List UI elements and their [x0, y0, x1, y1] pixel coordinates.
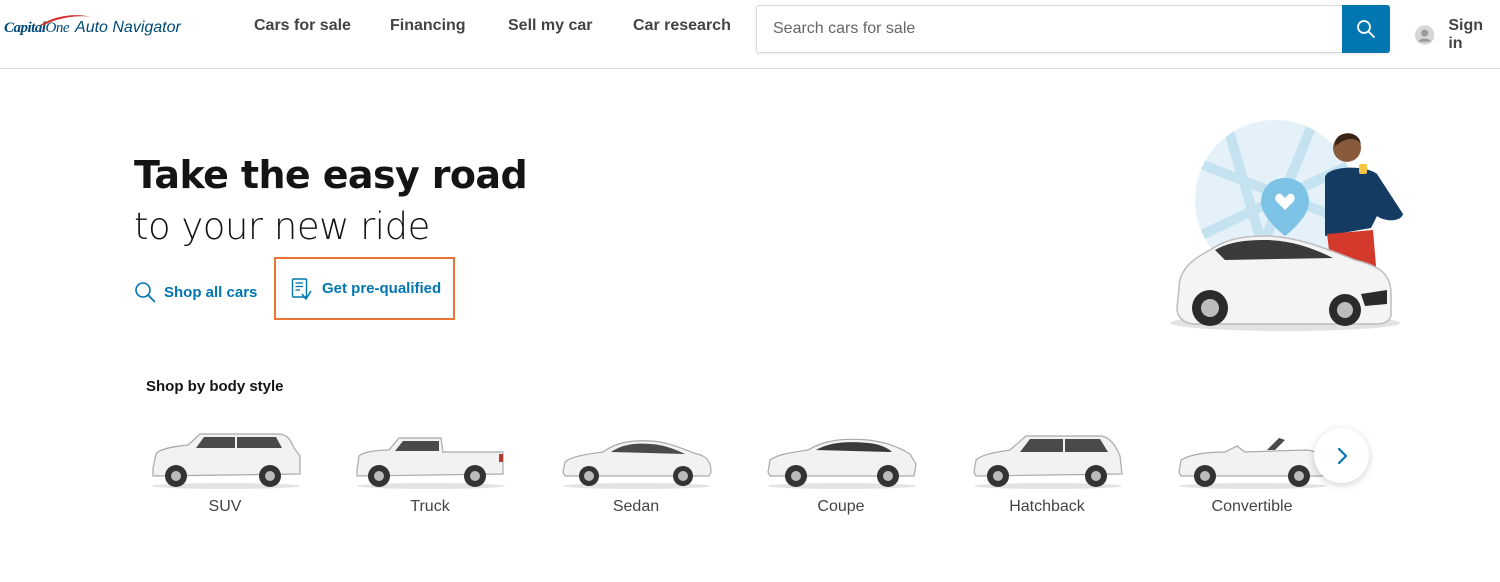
nav-financing[interactable]: Financing — [390, 17, 466, 35]
body-style-label: Hatchback — [1009, 498, 1085, 515]
coupe-icon — [766, 438, 917, 489]
body-style-label: Sedan — [612, 498, 660, 515]
truck-icon — [355, 437, 505, 489]
get-pre-qualified-label: Get pre-qualified — [322, 280, 442, 297]
body-style-convertible[interactable]: Convertible — [1172, 428, 1332, 523]
hero-illustration — [1170, 120, 1403, 331]
shop-all-cars-link[interactable]: Shop all cars — [134, 281, 257, 303]
convertible-icon — [1177, 438, 1328, 489]
sedan-icon — [561, 440, 712, 489]
search-button[interactable] — [1342, 5, 1390, 53]
search-input[interactable] — [757, 6, 1343, 52]
hero-title: Take the easy road — [134, 153, 528, 197]
chevron-right-icon — [1337, 447, 1347, 464]
body-style-hatchback[interactable]: Hatchback — [967, 428, 1127, 523]
search-icon — [135, 282, 156, 303]
shop-all-cars-label: Shop all cars — [164, 283, 258, 301]
sign-in-label: Sign in — [1448, 17, 1484, 52]
nav-car-research[interactable]: Car research — [633, 17, 731, 35]
shop-by-body-style-title: Shop by body style — [146, 378, 284, 395]
logo-swoosh-icon — [40, 14, 92, 25]
body-style-suv[interactable]: SUV — [145, 428, 305, 523]
hero-subtitle: to your new ride — [134, 205, 430, 248]
body-style-sedan[interactable]: Sedan — [556, 428, 716, 523]
body-style-truck[interactable]: Truck — [350, 428, 510, 523]
user-avatar-icon — [1415, 25, 1435, 45]
document-check-icon — [291, 277, 312, 300]
search-icon — [1357, 20, 1375, 38]
body-style-label: SUV — [208, 498, 242, 515]
hatchback-icon — [972, 435, 1123, 489]
site-header: CapitalOne Auto Navigator Cars for sale … — [0, 0, 1500, 69]
suv-icon — [151, 433, 301, 489]
logo-brand: CapitalOne — [4, 14, 92, 37]
sign-in-button[interactable]: Sign in — [1415, 17, 1500, 53]
capital-one-auto-navigator-logo[interactable]: CapitalOne Auto Navigator — [4, 8, 181, 48]
body-style-label: Convertible — [1211, 498, 1293, 515]
nav-cars-for-sale[interactable]: Cars for sale — [254, 17, 351, 35]
get-pre-qualified-link[interactable]: Get pre-qualified — [274, 257, 455, 320]
nav-sell-my-car[interactable]: Sell my car — [508, 17, 593, 35]
search-bar — [756, 5, 1390, 53]
body-style-coupe[interactable]: Coupe — [761, 428, 921, 523]
carousel-next-button[interactable] — [1314, 428, 1369, 483]
body-style-label: Truck — [410, 498, 450, 515]
body-style-label: Coupe — [817, 498, 865, 515]
